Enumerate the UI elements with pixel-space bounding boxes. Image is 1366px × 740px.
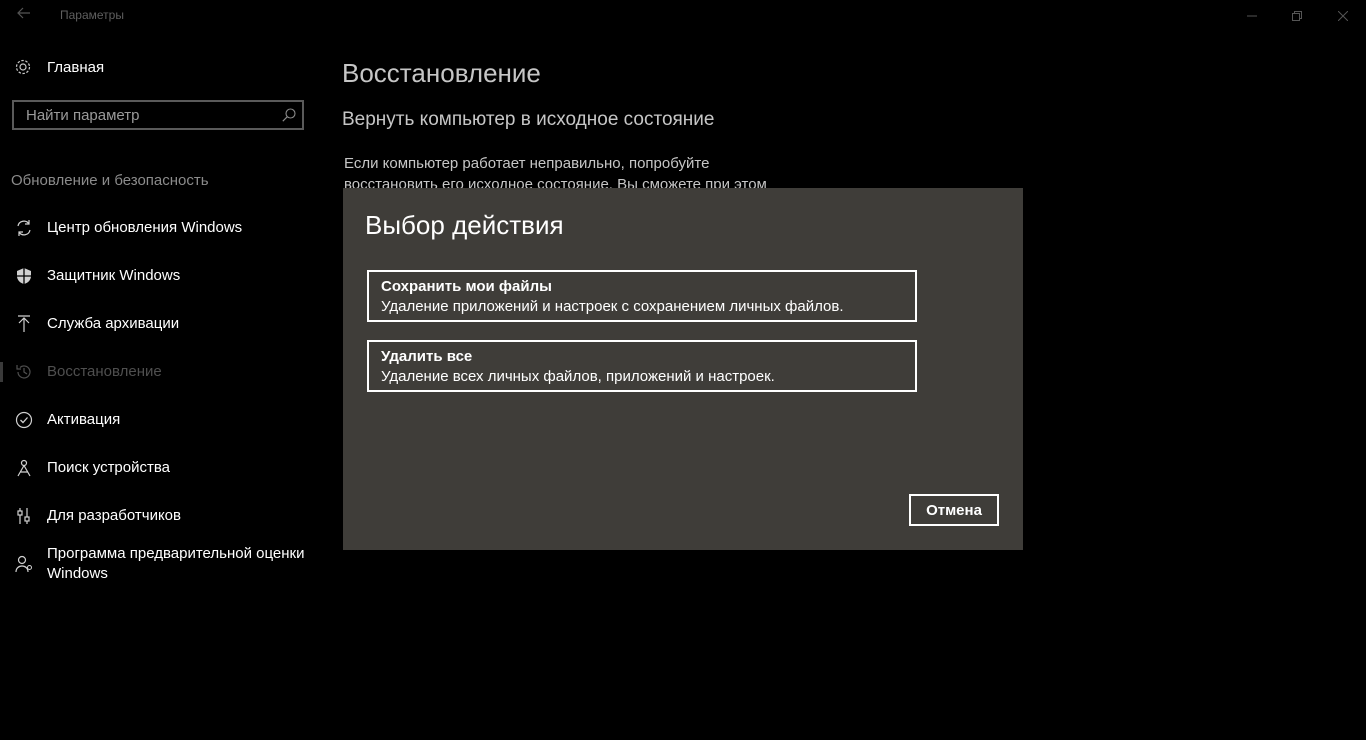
title-bar: Параметры xyxy=(0,0,1366,32)
cancel-button[interactable]: Отмена xyxy=(909,494,999,526)
dialog-title: Выбор действия xyxy=(365,210,564,240)
sidebar-item-label: Восстановление xyxy=(47,363,162,380)
sidebar-item-developers[interactable]: Для разработчиков xyxy=(0,492,320,540)
sidebar: Главная Обновление и безопасность Центр … xyxy=(0,32,320,740)
sidebar-item-label: Служба архивации xyxy=(47,315,180,332)
backup-arrow-icon xyxy=(18,315,30,332)
keep-files-option[interactable]: Сохранить мои файлы Удаление приложений … xyxy=(367,270,917,322)
section-title: Обновление и безопасность xyxy=(11,172,209,189)
check-circle-icon xyxy=(15,411,33,429)
sync-icon xyxy=(17,220,31,236)
sidebar-item-label: Активация xyxy=(47,411,121,428)
insider-person-icon xyxy=(15,555,32,573)
find-device-icon xyxy=(17,459,31,477)
search-box[interactable] xyxy=(12,100,304,130)
history-icon xyxy=(16,365,31,379)
arrow-left-icon xyxy=(17,7,30,19)
back-button[interactable] xyxy=(12,4,36,28)
choose-option-dialog: Выбор действия Сохранить мои файлы Удале… xyxy=(343,188,1023,550)
search-input[interactable] xyxy=(24,106,278,125)
sidebar-item-find-device[interactable]: Поиск устройства xyxy=(0,444,320,492)
restore-icon xyxy=(1292,11,1302,21)
window-title: Параметры xyxy=(60,8,124,22)
sidebar-item-label: Для разработчиков xyxy=(47,507,181,524)
close-button[interactable] xyxy=(1320,0,1366,32)
sidebar-item-defender[interactable]: Защитник Windows xyxy=(0,252,320,300)
sidebar-item-label: Поиск устройства xyxy=(47,459,171,476)
option-title: Сохранить мои файлы xyxy=(381,278,552,295)
sidebar-item-label: Защитник Windows xyxy=(47,267,181,284)
gear-icon xyxy=(15,59,31,75)
sidebar-item-backup[interactable]: Служба архивации xyxy=(0,300,320,348)
sidebar-item-windows-update[interactable]: Центр обновления Windows xyxy=(0,204,320,252)
sidebar-item-recovery[interactable]: Восстановление xyxy=(0,348,320,396)
home-link[interactable]: Главная xyxy=(14,58,104,76)
sidebar-item-label: Программа предварительной оценки Windows xyxy=(47,545,305,582)
sidebar-item-label: Центр обновления Windows xyxy=(47,219,243,236)
option-title: Удалить все xyxy=(381,348,473,365)
option-description: Удаление приложений и настроек с сохране… xyxy=(381,298,844,315)
maximize-button[interactable] xyxy=(1274,0,1320,32)
remove-everything-option[interactable]: Удалить все Удаление всех личных файлов,… xyxy=(367,340,917,392)
sidebar-item-insider[interactable]: Программа предварительной оценки Windows xyxy=(0,540,320,588)
shield-icon xyxy=(17,268,31,284)
developer-sliders-icon xyxy=(17,508,30,524)
section-heading: Вернуть компьютер в исходное состояние xyxy=(342,109,715,130)
minimize-button[interactable] xyxy=(1229,0,1275,32)
page-title: Восстановление xyxy=(342,58,541,88)
home-label: Главная xyxy=(47,58,105,76)
option-description: Удаление всех личных файлов, приложений … xyxy=(381,368,775,385)
search-icon[interactable] xyxy=(282,108,296,122)
minimize-icon xyxy=(1247,15,1257,17)
sidebar-item-activation[interactable]: Активация xyxy=(0,396,320,444)
sidebar-nav: Центр обновления Windows Защитник Window… xyxy=(0,204,320,588)
close-icon xyxy=(1338,11,1348,21)
